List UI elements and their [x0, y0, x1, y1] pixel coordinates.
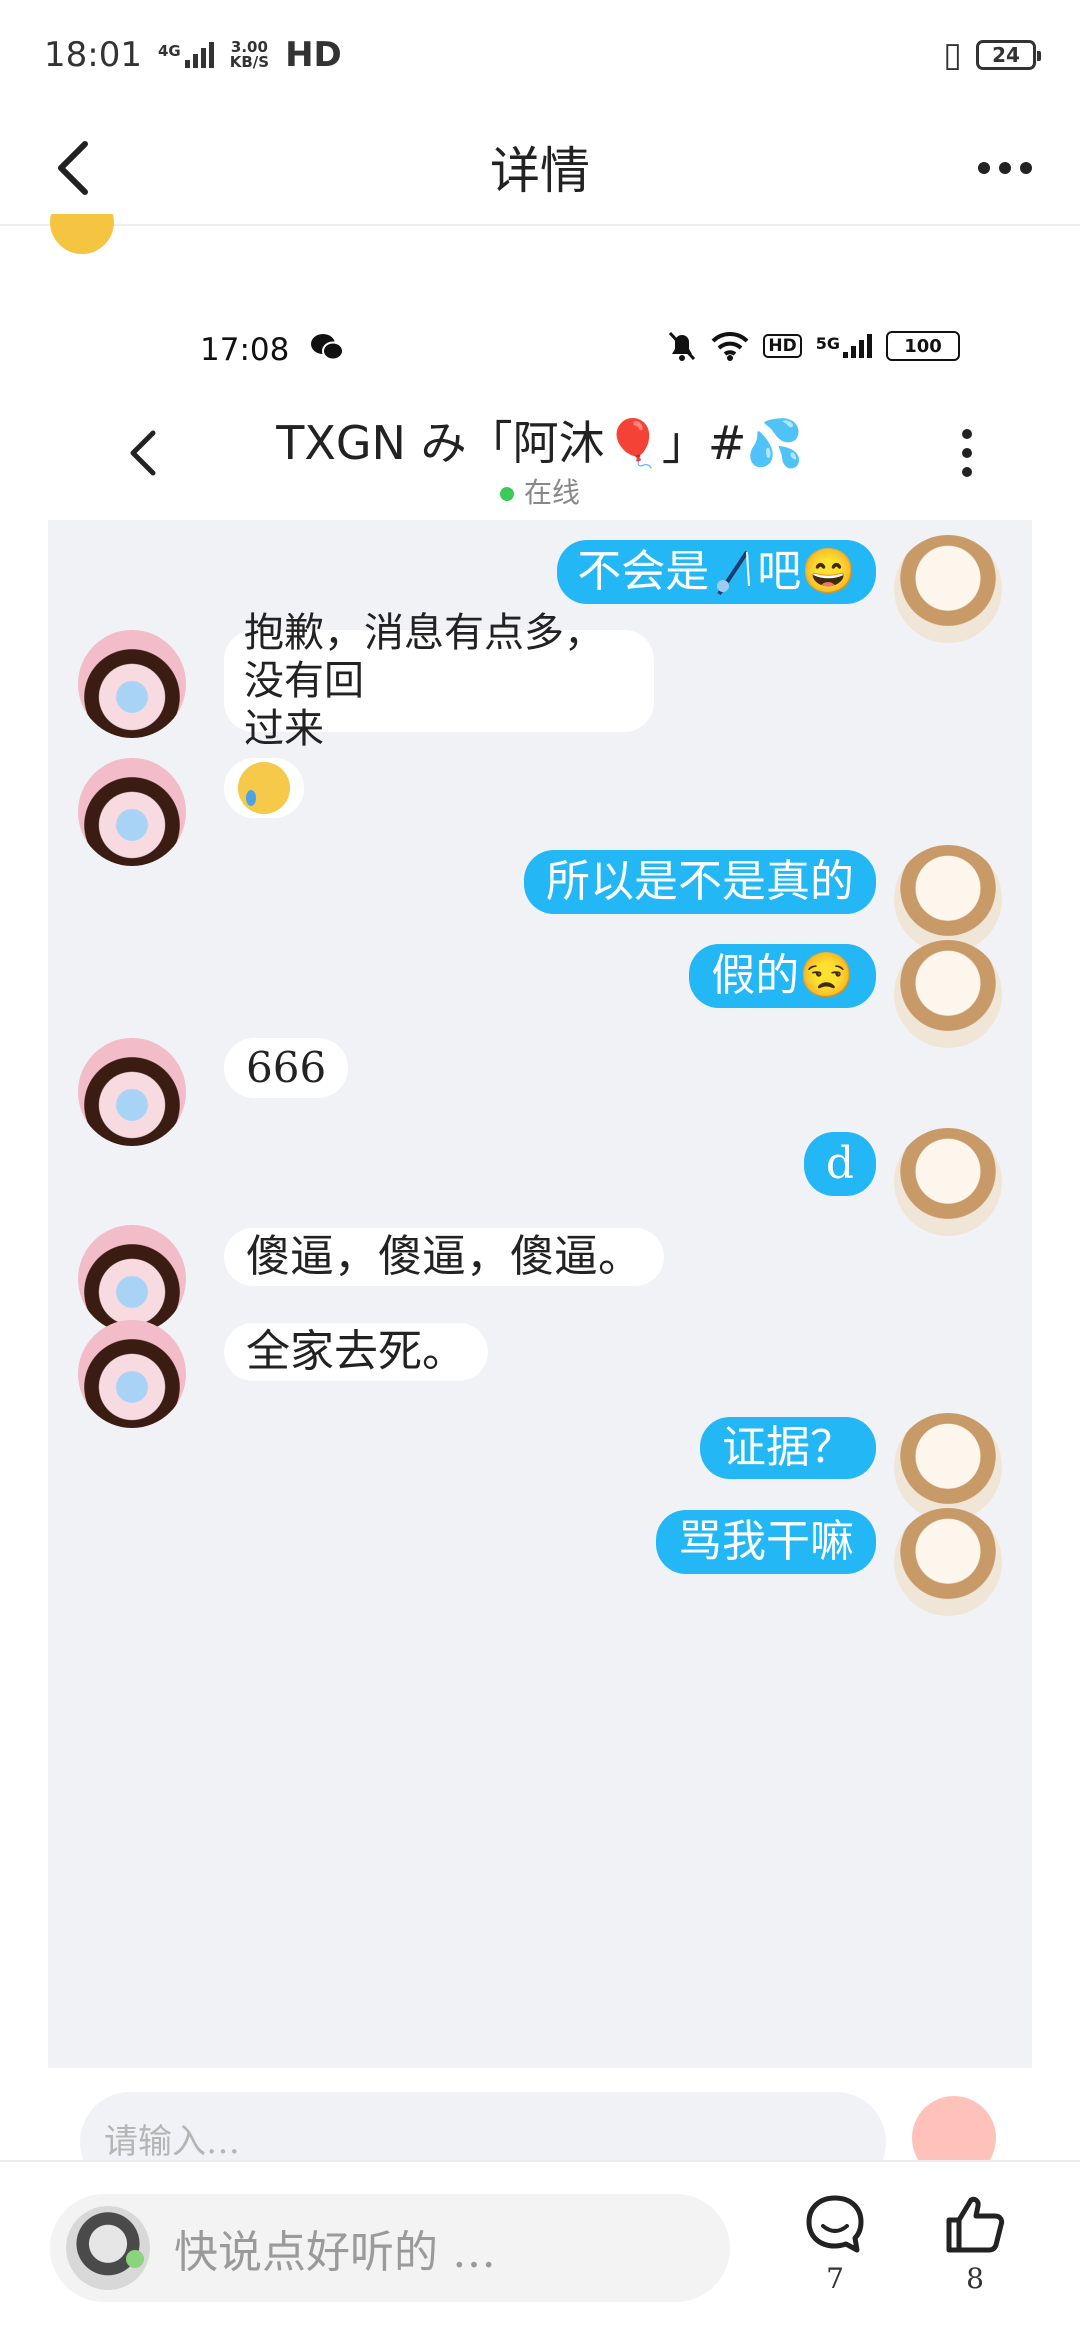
fishing-rod-icon: [717, 550, 751, 596]
network-speed: 3.00 KB/S: [229, 38, 270, 71]
dot-icon: [999, 162, 1011, 174]
dot-icon: [978, 162, 990, 174]
chat-message-list[interactable]: 不会是 吧😄 抱歉，消息有点多，没有回 过来 所以是不是真的 假的😒 666 d…: [48, 520, 1032, 2068]
message-bubble-sent[interactable]: 骂我干嘛: [656, 1510, 876, 1574]
signal-icon: 4G: [158, 42, 214, 68]
message-bubble-sent[interactable]: 假的😒: [689, 944, 876, 1008]
like-button[interactable]: 8: [930, 2192, 1020, 2322]
screenshot-time: 17:08: [200, 332, 290, 368]
bottom-bar: 快说点好听的 … 7 8: [0, 2160, 1080, 2340]
my-avatar[interactable]: [894, 845, 1002, 953]
message-bubble-received[interactable]: [224, 758, 304, 818]
contact-avatar[interactable]: [78, 1320, 186, 1428]
vibrate-icon: ▯: [943, 35, 962, 75]
my-avatar[interactable]: [894, 1508, 1002, 1616]
network-type: 4G: [157, 42, 181, 60]
comment-button[interactable]: 7: [790, 2192, 880, 2322]
hd-indicator: HD: [285, 35, 342, 75]
battery-icon: 24: [976, 40, 1041, 70]
chat-title: TXGN み「阿沐🎈」#💦: [276, 416, 804, 470]
message-bubble-sent[interactable]: 证据？: [700, 1417, 876, 1479]
online-status: 在线: [48, 471, 1032, 511]
comment-placeholder: 快说点好听的 …: [174, 2227, 496, 2278]
send-icon[interactable]: [912, 2096, 996, 2160]
my-avatar[interactable]: [894, 1413, 1002, 1521]
screenshot-message-input[interactable]: 请输入…: [80, 2092, 886, 2160]
online-dot-icon: [499, 487, 514, 501]
message-bubble-sent[interactable]: d: [803, 1132, 876, 1196]
status-time: 18:01: [44, 35, 142, 75]
message-bubble-sent[interactable]: 所以是不是真的: [524, 850, 876, 914]
comment-count: 7: [826, 2262, 844, 2295]
comment-input[interactable]: 快说点好听的 …: [50, 2194, 730, 2302]
message-bubble-sent[interactable]: 不会是 吧😄: [557, 540, 876, 604]
comment-bubble-icon: [806, 2195, 864, 2253]
page-title: 详情: [490, 142, 590, 200]
like-count: 8: [966, 2262, 984, 2295]
message-bubble-received[interactable]: 666: [224, 1038, 349, 1098]
contact-avatar[interactable]: [78, 630, 186, 738]
chat-more-button[interactable]: [952, 423, 982, 483]
message-bubble-received[interactable]: 傻逼，傻逼，傻逼。: [224, 1228, 664, 1286]
crying-face-icon: [238, 762, 290, 814]
contact-avatar[interactable]: [78, 1038, 186, 1146]
screenshot-hd-badge: HD: [763, 334, 802, 358]
user-avatar[interactable]: [66, 2206, 150, 2290]
message-bubble-received[interactable]: 抱歉，消息有点多，没有回 过来: [224, 610, 654, 752]
contact-avatar[interactable]: [78, 1225, 186, 1333]
page-header: 详情: [0, 110, 1080, 226]
screenshot-signal-icon: 5G: [816, 334, 872, 358]
my-avatar[interactable]: [894, 940, 1002, 1048]
thumbs-up-icon: [946, 2196, 1005, 2253]
dot-icon: [1020, 162, 1032, 174]
mute-bell-icon: [669, 331, 696, 361]
screenshot-status-bar: 17:08 HD 5G 100: [0, 320, 1080, 380]
chat-header: TXGN み「阿沐🎈」#💦 在线: [48, 395, 1032, 520]
wechat-icon: [310, 332, 344, 370]
more-options-button[interactable]: [970, 140, 1040, 196]
chevron-left-icon: [58, 141, 88, 195]
screenshot-battery-icon: 100: [886, 331, 960, 361]
status-bar: 18:01 4G 3.00 KB/S HD ▯ 24: [0, 0, 1080, 110]
screenshot-input-bar: 请输入…: [48, 2068, 1032, 2160]
back-button[interactable]: [40, 136, 104, 200]
my-avatar[interactable]: [894, 1128, 1002, 1236]
contact-avatar[interactable]: [78, 758, 186, 866]
wifi-icon: [711, 331, 749, 361]
my-avatar[interactable]: [894, 535, 1002, 643]
message-bubble-received[interactable]: 全家去死。: [224, 1323, 488, 1381]
partial-emoji-icon: [50, 214, 114, 254]
